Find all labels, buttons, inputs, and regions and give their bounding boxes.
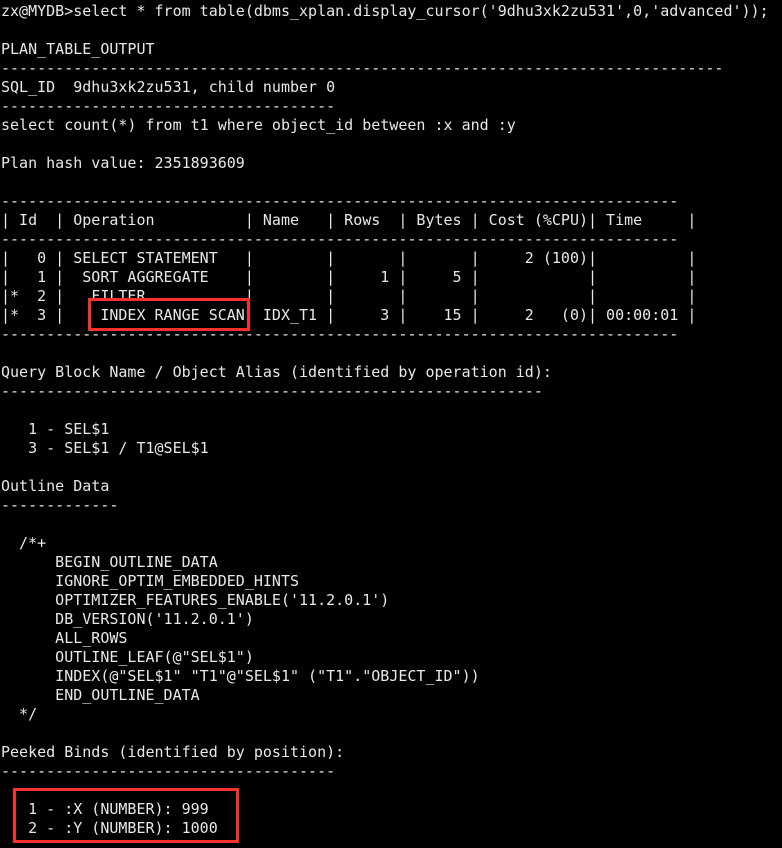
sqlplus-console-output: zx@MYDB>select * from table(dbms_xplan.d…: [1, 2, 769, 837]
terminal-window[interactable]: zx@MYDB>select * from table(dbms_xplan.d…: [0, 0, 782, 848]
